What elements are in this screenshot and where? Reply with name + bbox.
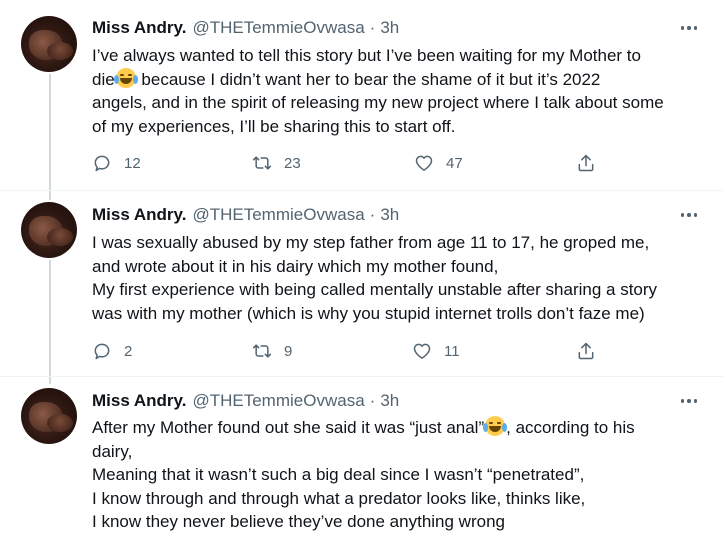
tweet-line: After my Mother found out she said it wa… — [92, 416, 702, 440]
author-handle[interactable]: @THETemmieOvwasa — [192, 18, 364, 38]
retweet-icon — [252, 156, 272, 170]
tweet[interactable]: Miss Andry. @THETemmieOvwasa · 3h I was … — [0, 191, 723, 376]
tweet-text-segment: die — [92, 69, 115, 89]
tweet-actions: 2 9 11 — [92, 339, 612, 363]
reply-icon — [94, 343, 110, 360]
heart-icon — [413, 343, 431, 359]
tweet-timestamp[interactable]: 3h — [380, 205, 399, 225]
like-button[interactable]: 11 — [412, 339, 460, 363]
tweet-text-segment: because I didn’t want her to bear the sh… — [136, 69, 601, 89]
tweet-line: die because I didn’t want her to bear th… — [92, 67, 702, 92]
tweet-text: I’ve always wanted to tell this story bu… — [92, 44, 702, 138]
like-button[interactable]: 47 — [414, 151, 463, 175]
tweet-text-segment: , according to his — [506, 418, 635, 437]
share-icon — [578, 154, 594, 172]
retweet-button[interactable]: 9 — [252, 339, 292, 363]
share-button[interactable] — [576, 151, 596, 175]
tweet-text-segment: After my Mother found out she said it wa… — [92, 418, 485, 437]
like-count: 11 — [444, 342, 460, 360]
tweet-line: I was sexually abused by my step father … — [92, 233, 650, 252]
author-handle[interactable]: @THETemmieOvwasa — [192, 205, 364, 225]
share-button[interactable] — [576, 339, 596, 363]
tweet-line: of my experiences, I’ll be sharing this … — [92, 116, 456, 136]
like-count: 47 — [446, 154, 463, 172]
avatar[interactable] — [21, 202, 77, 258]
more-icon[interactable] — [677, 18, 701, 38]
avatar-hand — [47, 414, 73, 432]
author-name[interactable]: Miss Andry. — [92, 391, 186, 411]
avatar[interactable] — [21, 16, 77, 72]
tweet-line: angels, and in the spirit of releasing m… — [92, 93, 664, 112]
reply-button[interactable]: 2 — [92, 339, 132, 363]
tweet-timestamp[interactable]: 3h — [380, 18, 399, 38]
tweet-thread: Miss Andry. @THETemmieOvwasa · 3h I’ve a… — [0, 0, 723, 537]
tweet-line: and wrote about it in his dairy which my… — [92, 256, 499, 276]
tweet-line: I’ve always wanted to tell this story bu… — [92, 46, 641, 65]
heart-icon — [415, 155, 433, 171]
tweet[interactable]: Miss Andry. @THETemmieOvwasa · 3h I’ve a… — [0, 0, 723, 190]
tweet-header: Miss Andry. @THETemmieOvwasa · 3h — [92, 390, 399, 412]
tweet-header: Miss Andry. @THETemmieOvwasa · 3h — [92, 17, 399, 39]
author-name[interactable]: Miss Andry. — [92, 205, 186, 225]
more-icon[interactable] — [677, 205, 701, 225]
tweet[interactable]: Miss Andry. @THETemmieOvwasa · 3h After … — [0, 377, 723, 537]
tweet-line: Meaning that it wasn’t such a big deal s… — [92, 465, 585, 484]
separator-dot: · — [369, 205, 376, 224]
tweet-header: Miss Andry. @THETemmieOvwasa · 3h — [92, 204, 399, 226]
reply-button[interactable]: 12 — [92, 151, 141, 175]
retweet-count: 9 — [284, 342, 293, 360]
reply-icon — [94, 155, 110, 172]
more-icon[interactable] — [677, 391, 701, 411]
tweet-line: dairy, — [92, 441, 133, 461]
avatar-hand — [47, 42, 73, 60]
tweet-timestamp[interactable]: 3h — [380, 391, 399, 411]
avatar-hand — [47, 228, 73, 246]
separator-dot: · — [369, 18, 376, 37]
retweet-button[interactable]: 23 — [252, 151, 301, 175]
reply-count: 12 — [124, 154, 141, 172]
tweet-line: My first experience with being called me… — [92, 280, 658, 299]
face-with-tears-of-joy-icon — [483, 416, 508, 436]
tweet-text: After my Mother found out she said it wa… — [92, 416, 702, 534]
share-icon — [578, 342, 594, 360]
author-handle[interactable]: @THETemmieOvwasa — [192, 391, 364, 411]
author-name[interactable]: Miss Andry. — [92, 18, 186, 38]
face-with-tears-of-joy-icon — [113, 67, 138, 88]
retweet-count: 23 — [284, 154, 301, 172]
tweet-actions: 12 23 47 — [92, 151, 612, 175]
reply-count: 2 — [124, 342, 133, 360]
retweet-icon — [252, 344, 272, 358]
tweet-line: was with my mother (which is why you stu… — [92, 303, 645, 323]
tweet-line: I know they never believe they’ve done a… — [92, 512, 505, 531]
separator-dot: · — [369, 391, 376, 410]
avatar[interactable] — [21, 388, 77, 444]
tweet-line: I know through and through what a predat… — [92, 488, 586, 508]
tweet-text: I was sexually abused by my step father … — [92, 231, 702, 325]
